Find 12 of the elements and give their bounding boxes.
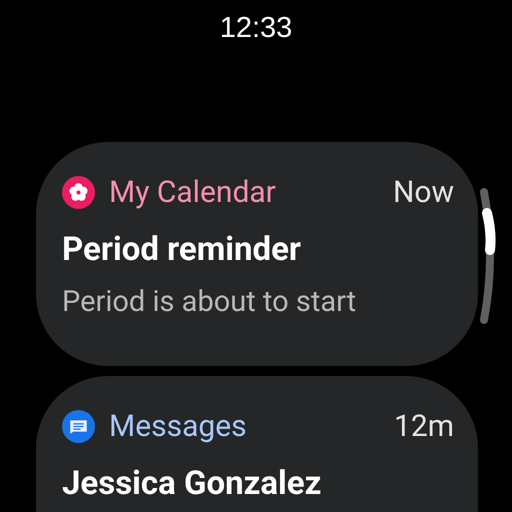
notification-title: Period reminder [62,230,302,269]
notification-time: Now [392,174,454,210]
message-icon [62,410,95,442]
notification-body: Period is about to start [62,285,358,319]
notification-card[interactable]: Messages 12m Jessica Gonzalez [36,376,478,512]
notification-title: Jessica Gonzalez [62,464,322,503]
app-name: My Calendar [109,174,277,210]
clock-time: 12:33 [220,11,292,46]
flower-icon [62,176,95,208]
notification-time: 12m [394,408,454,444]
app-name: Messages [109,408,248,444]
notification-card[interactable]: My Calendar Now Period reminder Period is about to start [36,142,478,366]
